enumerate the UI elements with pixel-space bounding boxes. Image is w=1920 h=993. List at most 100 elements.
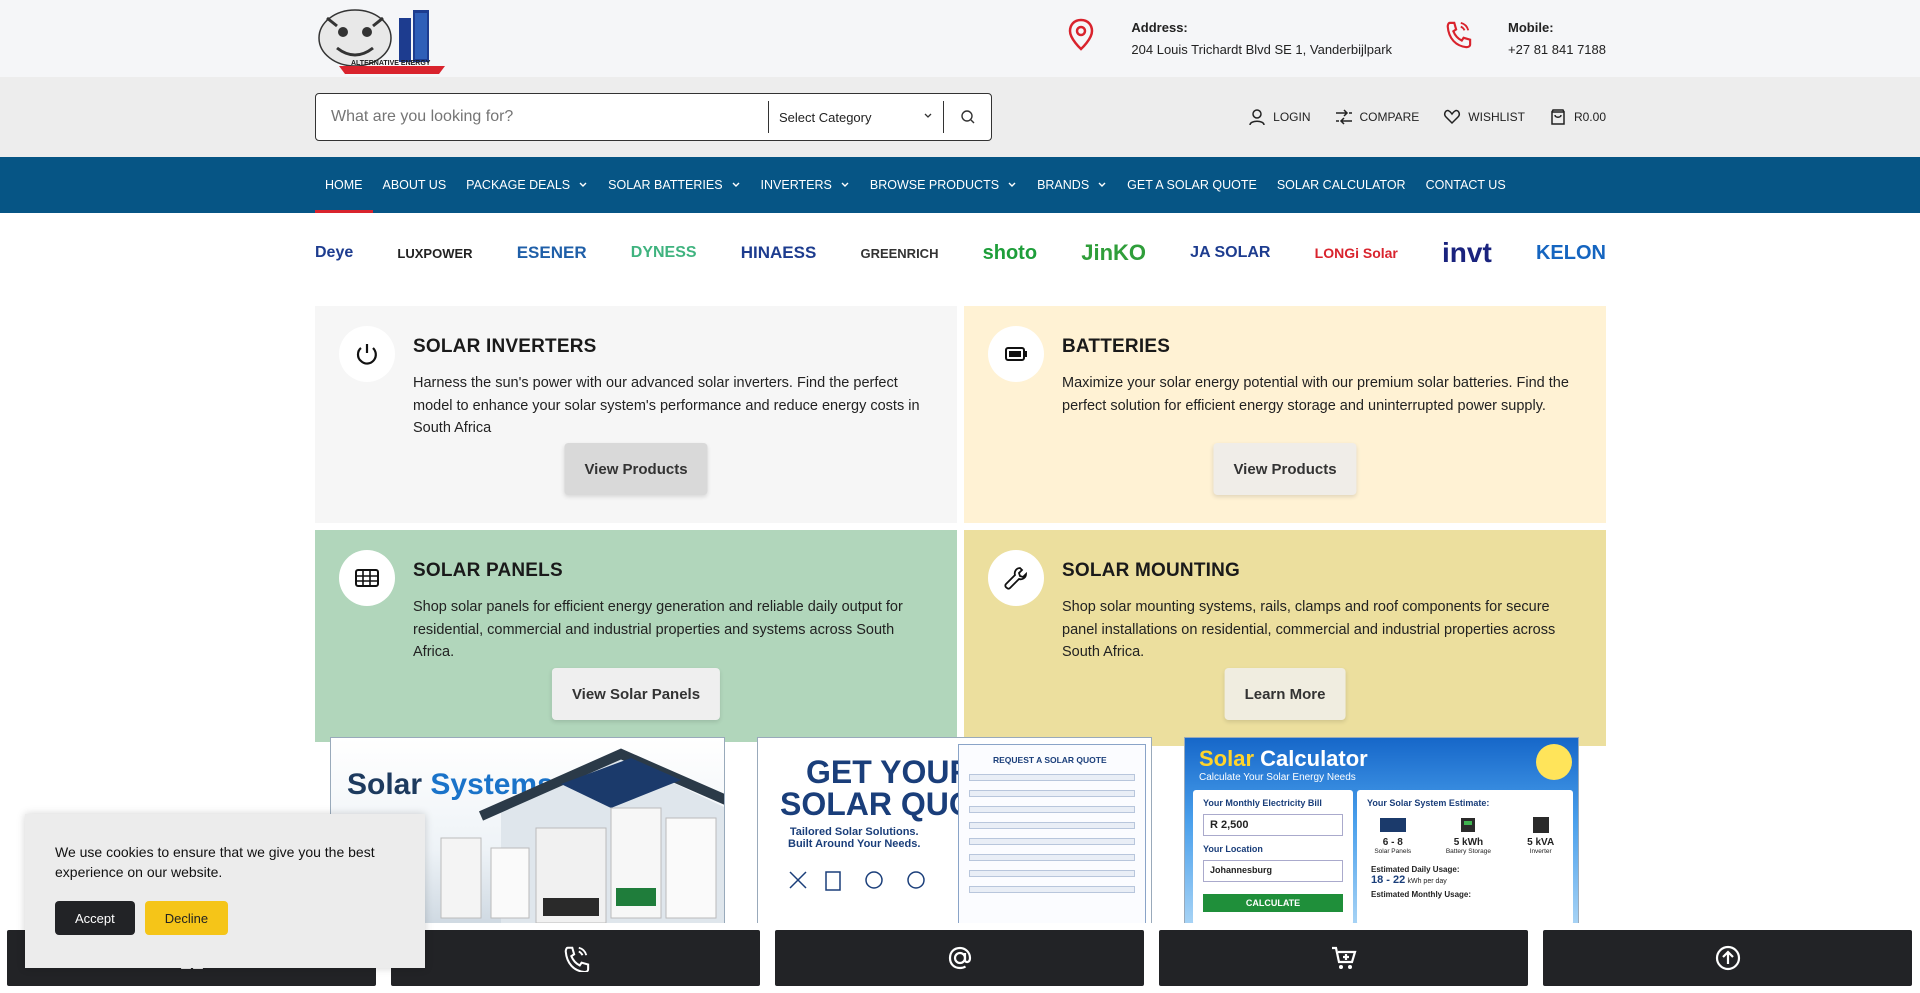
scroll-top-button[interactable]: [1543, 930, 1912, 986]
nav-item-label: SOLAR BATTERIES: [608, 178, 723, 192]
promo-calculator-subtitle: Calculate Your Solar Energy Needs: [1199, 772, 1356, 783]
brand-logo-luxpower[interactable]: LUXPOWER: [397, 246, 472, 261]
brand-logo-jinko[interactable]: JinKO: [1081, 240, 1146, 266]
brand-logo-dyness[interactable]: DYNESS: [631, 244, 697, 262]
cart-button[interactable]: [1159, 930, 1528, 986]
calc-location-value: Johannesburg: [1203, 860, 1343, 882]
nav-item-label: CONTACT US: [1425, 178, 1506, 192]
phone-icon: [1446, 21, 1472, 48]
nav-item-brands[interactable]: BRANDS: [1027, 157, 1117, 213]
power-icon-wrap: [339, 326, 395, 382]
nav-item-home[interactable]: HOME: [315, 157, 373, 213]
login-link[interactable]: LOGIN: [1248, 108, 1311, 126]
category-button[interactable]: View Products: [564, 443, 708, 495]
promo-solar-calculator[interactable]: Solar Calculator Calculate Your Solar En…: [1184, 737, 1579, 925]
wishlist-label: WISHLIST: [1468, 110, 1525, 124]
compare-icon: [1335, 109, 1352, 125]
calc-monthly-label: Estimated Monthly Usage:: [1371, 890, 1472, 899]
cookie-decline-button[interactable]: Decline: [144, 901, 229, 935]
nav-item-solar-calculator[interactable]: SOLAR CALCULATOR: [1267, 157, 1416, 213]
logo-text: ALTERNATIVE ENERGY: [351, 59, 431, 67]
solar-panel-icon: [355, 569, 379, 587]
power-icon: [356, 344, 377, 365]
cart-link[interactable]: R0.00: [1549, 108, 1606, 126]
nav-item-get-a-solar-quote[interactable]: GET A SOLAR QUOTE: [1117, 157, 1267, 213]
category-select[interactable]: Select Category: [769, 94, 943, 140]
mobile-label: Mobile:: [1508, 19, 1554, 35]
phone-icon: [564, 946, 589, 972]
nav-item-package-deals[interactable]: PACKAGE DEALS: [456, 157, 598, 213]
call-button[interactable]: [391, 930, 760, 986]
category-button[interactable]: Learn More: [1224, 668, 1346, 720]
calc-panels: 6 - 8 Solar Panels: [1374, 816, 1411, 855]
calc-battery-value: 5 kWh: [1453, 837, 1484, 848]
promo-solar-quote[interactable]: GET YOUR SOLAR QUOTE Tailored Solar Solu…: [757, 737, 1152, 925]
arrow-up-circle-icon: [1715, 945, 1740, 971]
calc-daily-value: 18 - 22: [1371, 874, 1406, 886]
brand-logo-invt[interactable]: invt: [1442, 237, 1492, 269]
brand-logo-kelon[interactable]: KELON: [1536, 242, 1606, 265]
map-pin-icon: [1069, 18, 1094, 51]
quote-feature-icons: [789, 871, 925, 891]
category-button[interactable]: View Products: [1213, 443, 1357, 495]
calc-daily-unit: kWh per day: [1407, 878, 1447, 885]
category-select-label: Select Category: [779, 109, 872, 125]
promo-quote-subtitle-line2: Built Around Your Needs.: [788, 838, 921, 850]
nav-item-browse-products[interactable]: BROWSE PRODUCTS: [860, 157, 1027, 213]
calc-panels-value: 6 - 8: [1382, 837, 1403, 848]
search-button[interactable]: [944, 94, 991, 140]
wishlist-link[interactable]: WISHLIST: [1443, 108, 1525, 126]
calc-daily-usage: Estimated Daily Usage: 18 - 22 kWh per d…: [1371, 865, 1573, 899]
nav-item-about-us[interactable]: ABOUT US: [373, 157, 457, 213]
nav-item-label: GET A SOLAR QUOTE: [1127, 178, 1257, 192]
chevron-down-icon: [1098, 182, 1106, 187]
calc-bill-value: R 2,500: [1203, 814, 1343, 836]
nav-item-inverters[interactable]: INVERTERS: [751, 157, 860, 213]
category-button[interactable]: View Solar Panels: [551, 668, 721, 720]
heart-icon: [1444, 109, 1461, 125]
nav-item-label: BRANDS: [1037, 178, 1090, 192]
chevron-down-icon: [841, 182, 849, 187]
brand-logo-hinaess[interactable]: HINAESS: [741, 243, 817, 263]
calc-battery: 5 kWh Battery Storage: [1446, 816, 1491, 855]
category-title: SOLAR MOUNTING: [1062, 560, 1241, 581]
chevron-down-icon: [924, 113, 932, 118]
address-value: 204 Louis Trichardt Blvd SE 1, Vanderbij…: [1131, 41, 1393, 57]
calc-daily-label: Estimated Daily Usage:: [1371, 865, 1460, 874]
brand-logo-greenrich[interactable]: GREENRICH: [860, 246, 938, 261]
calc-battery-label: Battery Storage: [1445, 848, 1492, 855]
category-description: Shop solar panels for efficient energy g…: [413, 599, 903, 660]
main-nav: HOME ABOUT US PACKAGE DEALS SOLAR BATTERIES…: [0, 157, 1920, 213]
category-title: BATTERIES: [1062, 336, 1171, 357]
brand-logo-deye[interactable]: Deye: [315, 244, 353, 262]
category-card-solar-panels: SOLAR PANELS Shop solar panels for effici…: [315, 530, 957, 742]
nav-item-label: PACKAGE DEALS: [466, 178, 571, 192]
category-title: SOLAR PANELS: [413, 560, 563, 581]
wrench-icon-wrap: [988, 550, 1044, 606]
nav-item-contact-us[interactable]: CONTACT US: [1416, 157, 1516, 213]
promo-calculator-title-b: Calculator: [1260, 746, 1368, 771]
cookie-accept-button[interactable]: Accept: [55, 901, 135, 935]
brand-logo-longi-solar[interactable]: LONGi Solar: [1315, 245, 1398, 261]
category-description: Shop solar mounting systems, rails, clam…: [1062, 599, 1556, 660]
brand-logo-esener[interactable]: ESENER: [517, 243, 587, 263]
cookie-message: We use cookies to ensure that we give yo…: [55, 844, 375, 880]
brand-logo-ja-solar[interactable]: JA SOLAR: [1190, 244, 1270, 262]
brand-strip: Deye LUXPOWER ESENER DYNESS HINAESS GREENRICH…: [0, 213, 1920, 293]
top-bar: ALTERNATIVE ENERGY Address: 204 Louis Tr…: [0, 0, 1920, 77]
email-button[interactable]: [775, 930, 1144, 986]
calc-panels-label: Solar Panels: [1374, 848, 1412, 855]
mobile-value[interactable]: +27 81 841 7188: [1508, 42, 1606, 57]
battery-icon-wrap: [988, 326, 1044, 382]
mobile-block: Mobile: +27 81 841 7188: [1444, 17, 1606, 61]
compare-link[interactable]: COMPARE: [1335, 108, 1419, 126]
quote-form-preview: REQUEST A SOLAR QUOTE: [958, 744, 1146, 924]
promo-quote-subtitle: Tailored Solar Solutions. Built Around Y…: [788, 826, 920, 850]
wrench-icon: [1004, 567, 1027, 590]
nav-item-solar-batteries[interactable]: SOLAR BATTERIES: [598, 157, 750, 213]
brand-logo-shoto[interactable]: shoto: [983, 242, 1037, 265]
search-input[interactable]: [316, 94, 768, 140]
calc-estimate-label: Your Solar System Estimate:: [1367, 798, 1490, 808]
search-form: Select Category: [315, 93, 992, 141]
site-logo[interactable]: ALTERNATIVE ENERGY: [315, 4, 455, 74]
